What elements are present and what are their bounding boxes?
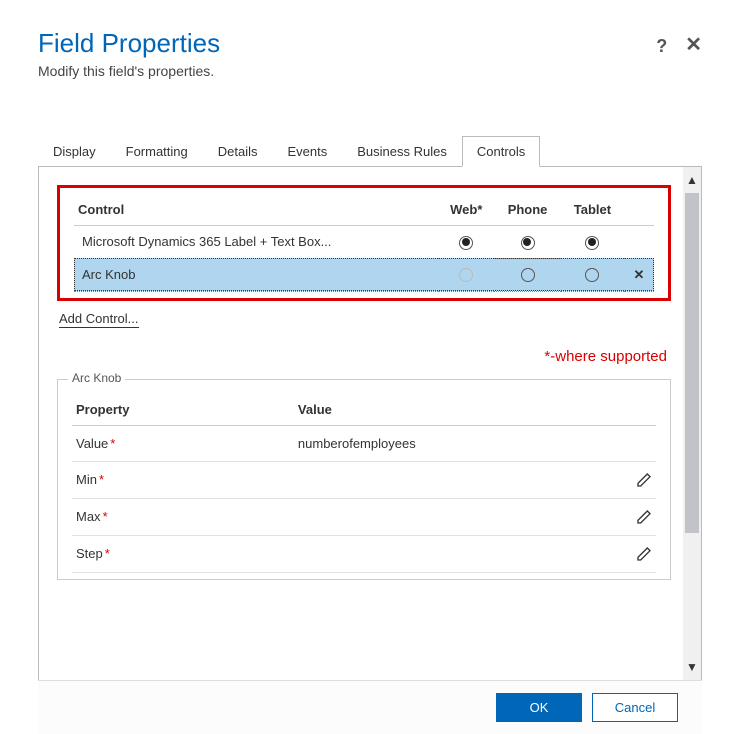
required-asterisk: * (99, 472, 104, 487)
prop-value: numberofemployees (294, 425, 656, 461)
col-property: Property (72, 398, 294, 426)
close-icon[interactable]: ✕ (685, 36, 702, 57)
radio-phone[interactable] (521, 268, 535, 282)
control-row-label: Arc Knob (74, 258, 438, 291)
radio-phone[interactable] (521, 236, 535, 250)
prop-label: Value (76, 436, 108, 451)
radio-web[interactable] (459, 268, 473, 282)
control-table: Control Web* Phone Tablet Microsoft Dyna… (74, 198, 654, 292)
prop-row-step: Step* (72, 535, 656, 572)
ok-button[interactable]: OK (496, 693, 582, 722)
tab-events[interactable]: Events (273, 136, 343, 167)
tab-controls[interactable]: Controls (462, 136, 540, 167)
fieldset-legend: Arc Knob (68, 371, 125, 385)
property-table: Property Value Value* numberofemployees … (72, 398, 656, 573)
prop-label: Min (76, 472, 97, 487)
pencil-icon[interactable] (636, 472, 652, 488)
footnote: *-where supported (57, 348, 667, 365)
tab-formatting[interactable]: Formatting (111, 136, 203, 167)
prop-label: Max (76, 509, 101, 524)
required-asterisk: * (103, 509, 108, 524)
prop-label: Step (76, 546, 103, 561)
radio-tablet[interactable] (585, 236, 599, 250)
tab-details[interactable]: Details (203, 136, 273, 167)
controls-highlight-box: Control Web* Phone Tablet Microsoft Dyna… (57, 185, 671, 301)
scroll-down-arrow[interactable]: ▼ (686, 656, 698, 678)
pencil-icon[interactable] (636, 509, 652, 525)
cancel-button[interactable]: Cancel (592, 693, 678, 722)
page-title: Field Properties (38, 28, 656, 59)
add-control-link[interactable]: Add Control... (59, 311, 139, 328)
col-tablet: Tablet (561, 198, 624, 226)
prop-row-value: Value* numberofemployees (72, 425, 656, 461)
col-web: Web* (438, 198, 494, 226)
vertical-scrollbar[interactable]: ▲ ▼ (683, 167, 701, 680)
scroll-up-arrow[interactable]: ▲ (686, 169, 698, 191)
tab-strip: Display Formatting Details Events Busine… (38, 135, 702, 167)
control-row-label: Microsoft Dynamics 365 Label + Text Box.… (74, 226, 438, 259)
page-subtitle: Modify this field's properties. (38, 63, 656, 79)
remove-control-icon[interactable]: ✕ (624, 258, 654, 291)
arc-knob-fieldset: Arc Knob Property Value Value* numberofe… (57, 379, 671, 580)
scroll-thumb[interactable] (685, 193, 699, 533)
prop-row-min: Min* (72, 461, 656, 498)
control-row[interactable]: Microsoft Dynamics 365 Label + Text Box.… (74, 226, 654, 259)
prop-row-max: Max* (72, 498, 656, 535)
control-row[interactable]: Arc Knob ✕ (74, 258, 654, 291)
col-value: Value (294, 398, 656, 426)
radio-web[interactable] (459, 236, 473, 250)
tab-business-rules[interactable]: Business Rules (342, 136, 462, 167)
col-phone: Phone (494, 198, 561, 226)
help-icon[interactable]: ? (656, 36, 667, 57)
required-asterisk: * (105, 546, 110, 561)
pencil-icon[interactable] (636, 546, 652, 562)
tab-display[interactable]: Display (38, 136, 111, 167)
required-asterisk: * (110, 436, 115, 451)
radio-tablet[interactable] (585, 268, 599, 282)
col-control: Control (74, 198, 438, 226)
